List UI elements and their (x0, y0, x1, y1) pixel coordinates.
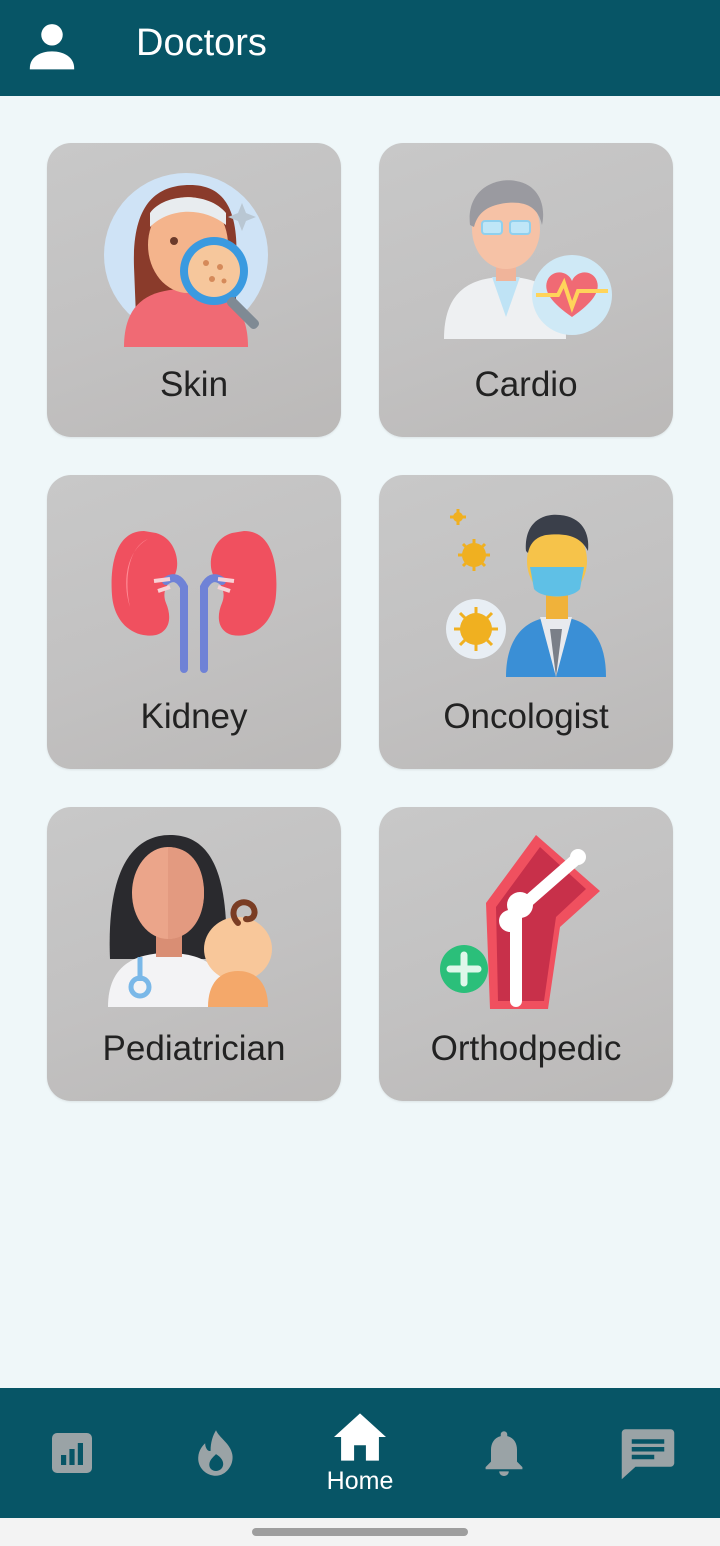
category-label: Skin (159, 365, 229, 404)
dermatologist-icon (104, 173, 268, 347)
nav-item-trending[interactable] (156, 1388, 276, 1518)
category-label: Oncologist (443, 697, 609, 736)
nav-home-label: Home (326, 1466, 394, 1495)
nav-item-home[interactable]: Home (300, 1388, 420, 1518)
orthopedic-bone-icon (440, 835, 600, 1009)
nav-item-messages[interactable] (588, 1388, 708, 1518)
category-label: Orthodpedic (430, 1029, 622, 1068)
page-title: Doctors (136, 22, 267, 64)
system-gesture-area (0, 1518, 720, 1546)
category-card-kidney[interactable]: Kidney (47, 475, 341, 769)
cardiologist-icon (444, 180, 612, 339)
nav-item-notifications[interactable] (444, 1388, 564, 1518)
nav-item-stats[interactable] (12, 1388, 132, 1518)
category-card-cardio[interactable]: Cardio (379, 143, 673, 437)
pediatrician-icon (108, 835, 272, 1007)
fire-icon (198, 1430, 233, 1476)
app-bar: Doctors (0, 0, 720, 96)
stats-icon (52, 1433, 92, 1473)
home-icon (334, 1412, 386, 1461)
category-label: Pediatrician (102, 1029, 286, 1068)
bottom-navigation: Home (0, 1388, 720, 1518)
category-card-pediatrician[interactable]: Pediatrician (47, 807, 341, 1101)
chat-icon (621, 1429, 675, 1480)
category-card-skin[interactable]: Skin (47, 143, 341, 437)
kidney-icon (111, 531, 277, 673)
category-label: Cardio (474, 365, 578, 404)
profile-button[interactable] (22, 16, 82, 76)
category-card-oncologist[interactable]: Oncologist (379, 475, 673, 769)
bell-icon (485, 1431, 523, 1476)
oncologist-icon (446, 509, 606, 677)
category-label: Kidney (140, 697, 248, 736)
category-card-orthodpedic[interactable]: Orthodpedic (379, 807, 673, 1101)
gesture-handle[interactable] (252, 1528, 468, 1536)
person-icon (29, 24, 75, 70)
